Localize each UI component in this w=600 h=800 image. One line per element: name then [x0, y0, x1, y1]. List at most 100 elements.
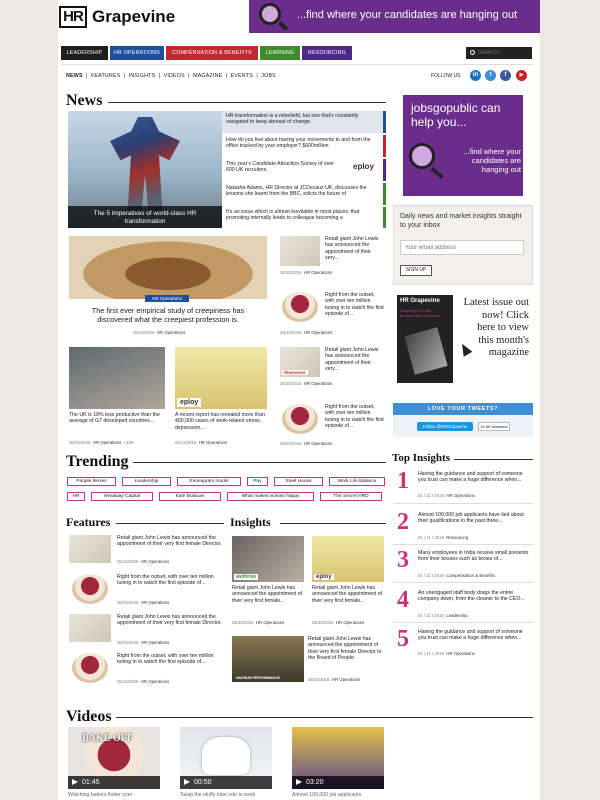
search-box[interactable]	[466, 47, 532, 59]
side-thumb-john-lewis-2[interactable]: thomsons	[280, 347, 320, 377]
twitter-follow-button[interactable]: Follow @HRGrapevine	[417, 422, 473, 431]
sidebar-magnifier-icon	[409, 143, 435, 169]
insight-text-1[interactable]: Retail giant John Lewis has announced th…	[232, 585, 304, 604]
video-thumb-1[interactable]: BAKE OFF 01:45	[68, 727, 160, 789]
tag-hr[interactable]: HR	[67, 492, 85, 501]
side-meta-2: 26/10/2016 HR Operations	[280, 330, 333, 335]
insight-image-2[interactable]: eploy	[312, 536, 384, 582]
top-insight-text-4[interactable]: An unengaged staff body drags the entire…	[418, 590, 530, 603]
top-insight-text-1[interactable]: Having the guidance and support of someo…	[418, 471, 530, 484]
news-list-item-4[interactable]: Natasha Adams, HR Director at JCDecaux U…	[222, 183, 386, 205]
youtube-icon[interactable]: ▶	[516, 70, 527, 81]
nav-learning[interactable]: LEARNING	[260, 46, 300, 60]
video-caption-2[interactable]: Swap the stuffy tube ride to work	[180, 792, 255, 798]
top-insight-divider-2	[393, 544, 533, 545]
video-caption-3[interactable]: Almost 100,000 job applicants	[292, 792, 361, 798]
stress-category: HR Operations	[198, 440, 227, 445]
sidebar-ad[interactable]: jobsgopublic can help you... ...find whe…	[403, 95, 523, 196]
side-text-4[interactable]: Right from the outset, with over ten mil…	[325, 404, 385, 430]
productivity-image[interactable]	[69, 347, 165, 409]
feature-meta-3: 26/10/2016 HR Operations	[117, 640, 170, 645]
feature-text-2[interactable]: Right from the outset, with over ten mil…	[117, 574, 222, 587]
search-input[interactable]	[478, 48, 530, 58]
top-insight-text-3[interactable]: Many employees in India receive small pr…	[418, 550, 530, 563]
subnav-features[interactable]: FEATURES	[91, 73, 120, 79]
feature-thumb-2[interactable]	[72, 574, 108, 604]
stress-text[interactable]: A recent report has revealed more than 4…	[175, 412, 267, 431]
video-play-1[interactable]: 01:45	[68, 776, 160, 789]
tag-kate-bolduan[interactable]: Kate Bolduan	[159, 492, 221, 501]
top-insights-title: Top Insights	[392, 452, 450, 464]
feature-thumb-4[interactable]	[72, 653, 108, 683]
top-insight-text-5[interactable]: Having the guidance and support of someo…	[418, 629, 530, 642]
top-insight-meta-4: 01 / 11 / 2016 Leadership	[418, 613, 468, 618]
videos-title-rule	[116, 717, 533, 718]
magazine-promo[interactable]: HR Grapevine Adapting to a four-generati…	[393, 293, 533, 393]
linkedin-icon[interactable]: in	[470, 70, 481, 81]
video-play-3[interactable]: 03:20	[292, 776, 384, 789]
feature-text-3[interactable]: Retail giant John Lewis has announced th…	[117, 614, 222, 627]
nav-hr-operations[interactable]: HR OPERATIONS	[110, 46, 164, 60]
productivity-text[interactable]: The UK is 18% less productive than the a…	[69, 412, 165, 425]
trending-title-rule	[133, 462, 386, 463]
feature-thumb-1[interactable]	[69, 535, 111, 563]
tag-headway-capital[interactable]: Headway Capital	[91, 492, 153, 501]
side-thumb-john-lewis-1[interactable]	[280, 236, 320, 266]
tag-leadership[interactable]: Leadership	[122, 477, 171, 486]
insight-image-1[interactable]: wethrive	[232, 536, 304, 582]
tag-pay[interactable]: Pay	[247, 477, 268, 486]
feature-text-1[interactable]: Retail giant John Lewis has announced th…	[117, 535, 222, 548]
header-banner-ad[interactable]: ...find where your candidates are hangin…	[249, 0, 540, 33]
signup-button[interactable]: SIGN UP	[400, 265, 432, 276]
tag-the-secret-hrd[interactable]: The Secret HRD	[320, 492, 382, 501]
side-text-3[interactable]: Retail giant John Lewis has announced th…	[325, 347, 385, 373]
news-list-item-1[interactable]: HR transformation is a minefield, but on…	[222, 111, 386, 133]
newsletter-box: Daily news and market insights straight …	[393, 205, 533, 285]
top-insight-text-2[interactable]: Almost 100,000 job applicants have lied …	[418, 512, 530, 525]
tag-what-makes-women-happy[interactable]: What makes women happy	[227, 492, 314, 501]
insight-image-3[interactable]: NADRUM PERFORMANCE	[232, 636, 304, 682]
facebook-icon[interactable]: f	[500, 70, 511, 81]
twitter-icon[interactable]: t	[485, 70, 496, 81]
video-thumb-3[interactable]: 03:20	[292, 727, 384, 789]
nav-compensation-benefits[interactable]: COMPENSATION & BENEFITS	[166, 46, 258, 60]
insight-text-2[interactable]: Retail giant John Lewis has announced th…	[312, 585, 384, 604]
stress-image[interactable]: eploy	[175, 347, 267, 409]
subnav-jobs[interactable]: JOBS	[261, 73, 276, 79]
insights-title-rule	[280, 523, 386, 524]
subnav-insights[interactable]: INSIGHTS	[129, 73, 156, 79]
video-play-2[interactable]: 00:50	[180, 776, 272, 789]
top-insight-meta-5: 01 / 11 / 2016 HR Operations	[418, 651, 475, 656]
subnav-events[interactable]: EVENTS	[231, 73, 253, 79]
insight-meta-1: 26/10/2016 HR Operations	[232, 620, 285, 625]
logo[interactable]: HR Grapevine	[58, 5, 188, 29]
insight-text-3[interactable]: Retail giant John Lewis has announced th…	[308, 636, 386, 662]
bear-feature-image[interactable]	[69, 236, 267, 299]
feature-thumb-3[interactable]	[69, 614, 111, 642]
video-thumb-2[interactable]: 00:50	[180, 727, 272, 789]
subnav-news[interactable]: NEWS	[66, 73, 83, 79]
tag-work-life-balance[interactable]: Work Life Balance	[329, 477, 385, 486]
nav-resourcing[interactable]: RESOURCING	[302, 46, 352, 60]
side-text-1[interactable]: Retail giant John Lewis has announced th…	[325, 236, 385, 262]
subnav-videos[interactable]: VIDEOS	[164, 73, 185, 79]
feature-text-4[interactable]: Right from the outset, with over ten mil…	[117, 653, 222, 666]
side-thumb-cake-1[interactable]	[282, 292, 318, 322]
tag-steel-house[interactable]: Steel House	[274, 477, 323, 486]
news-hero-image[interactable]: The 5 imperatives of world-class HR tran…	[68, 111, 222, 228]
tag-people-moves[interactable]: People Moves	[67, 477, 116, 486]
magnifier-handle-icon	[277, 21, 289, 31]
news-list-item-5[interactable]: It's an issue which is almost inevitable…	[222, 207, 386, 228]
tag-enneagram-model[interactable]: Enneagram model	[177, 477, 241, 486]
top-insights-rule	[454, 459, 533, 460]
video-caption-1[interactable]: Watching bakers flutter over	[68, 792, 132, 798]
newsletter-email-input[interactable]	[400, 240, 524, 255]
subnav-magazine[interactable]: MAGAZINE	[193, 73, 222, 79]
side-thumb-cake-2[interactable]	[282, 404, 318, 434]
bear-feature-meta: 26/10/2016 HR Operations	[133, 330, 185, 335]
bear-feature-title[interactable]: The first ever empirical study of creepi…	[74, 306, 262, 324]
news-list-item-2[interactable]: How do you feel about having your moveme…	[222, 135, 386, 157]
magazine-cover-title: HR Grapevine	[400, 298, 440, 304]
side-text-2[interactable]: Right from the outset, with over ten mil…	[325, 292, 385, 318]
nav-leadership[interactable]: LEADERSHIP	[61, 46, 108, 60]
